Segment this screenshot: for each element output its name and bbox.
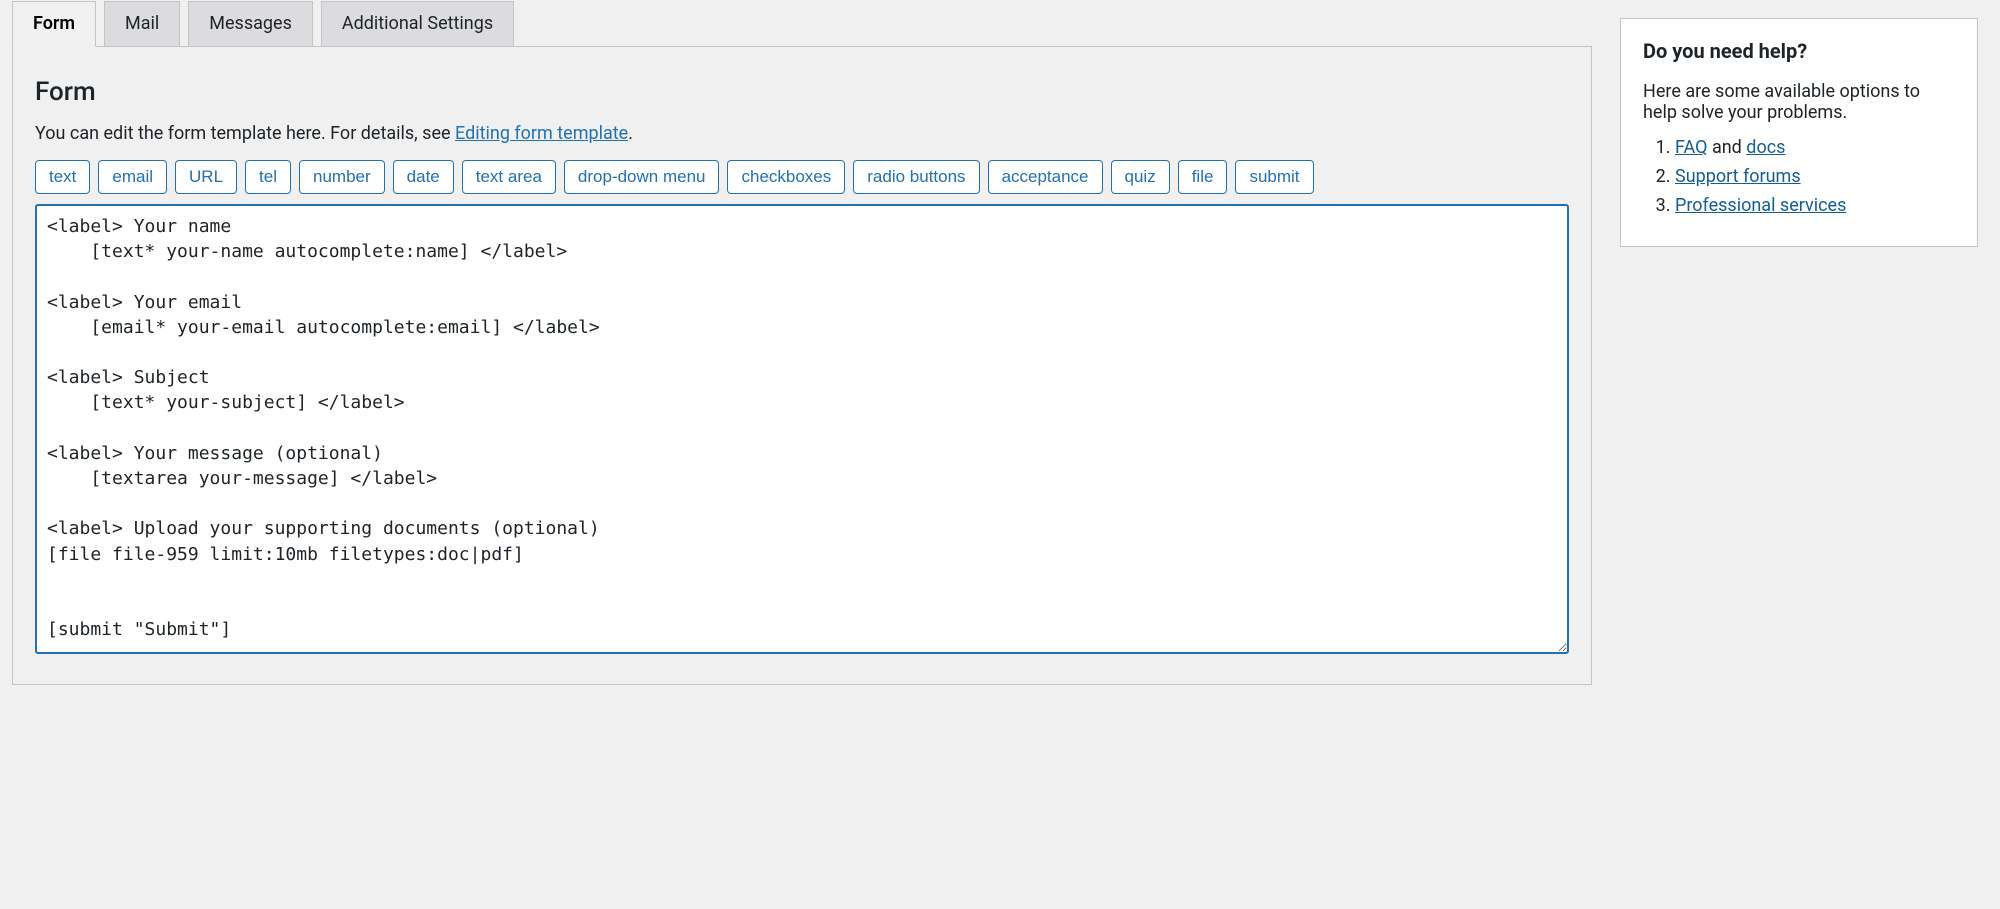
section-title: Form <box>35 77 1569 107</box>
form-template-textarea[interactable] <box>35 204 1569 654</box>
help-title: Do you need help? <box>1643 39 1955 63</box>
tab-form[interactable]: Form <box>12 1 96 47</box>
tag-button-drop-down-menu[interactable]: drop-down menu <box>564 160 720 194</box>
help-item-faq: FAQ and docs <box>1675 137 1955 158</box>
tag-button-radio-buttons[interactable]: radio buttons <box>853 160 979 194</box>
tag-button-email[interactable]: email <box>98 160 167 194</box>
tag-button-quiz[interactable]: quiz <box>1111 160 1170 194</box>
tag-button-URL[interactable]: URL <box>175 160 237 194</box>
tag-button-tel[interactable]: tel <box>245 160 291 194</box>
faq-link[interactable]: FAQ <box>1675 137 1707 158</box>
help-intro: Here are some available options to help … <box>1643 81 1955 123</box>
tag-button-file[interactable]: file <box>1178 160 1228 194</box>
tab-additional-settings[interactable]: Additional Settings <box>321 1 514 47</box>
tab-messages-label: Messages <box>209 13 292 34</box>
docs-link[interactable]: docs <box>1746 137 1785 158</box>
tag-button-checkboxes[interactable]: checkboxes <box>727 160 845 194</box>
tab-form-label: Form <box>33 13 75 34</box>
tabs: Form Mail Messages Additional Settings <box>12 0 1592 46</box>
help-list: FAQ and docs Support forums Professional… <box>1643 137 1955 216</box>
support-forums-link[interactable]: Support forums <box>1675 166 1801 187</box>
professional-services-link[interactable]: Professional services <box>1675 195 1846 216</box>
editing-form-template-link[interactable]: Editing form template <box>455 123 628 144</box>
desc-suffix: . <box>628 123 633 144</box>
tag-button-date[interactable]: date <box>393 160 454 194</box>
tab-additional-label: Additional Settings <box>342 13 493 34</box>
tag-generator-row: textemailURLtelnumberdatetext areadrop-d… <box>35 160 1569 194</box>
desc-prefix: You can edit the form template here. For… <box>35 123 455 144</box>
help-item-support: Support forums <box>1675 166 1955 187</box>
section-description: You can edit the form template here. For… <box>35 123 1569 144</box>
help-box: Do you need help? Here are some availabl… <box>1620 18 1978 247</box>
help-item-pro: Professional services <box>1675 195 1955 216</box>
tag-button-number[interactable]: number <box>299 160 385 194</box>
tag-button-submit[interactable]: submit <box>1235 160 1313 194</box>
form-panel: Form You can edit the form template here… <box>12 46 1592 685</box>
help-item-faq-mid: and <box>1707 137 1746 158</box>
tag-button-text-area[interactable]: text area <box>462 160 556 194</box>
tab-messages[interactable]: Messages <box>188 1 313 47</box>
tag-button-text[interactable]: text <box>35 160 90 194</box>
tab-mail-label: Mail <box>125 13 159 34</box>
tab-mail[interactable]: Mail <box>104 1 180 47</box>
tag-button-acceptance[interactable]: acceptance <box>988 160 1103 194</box>
